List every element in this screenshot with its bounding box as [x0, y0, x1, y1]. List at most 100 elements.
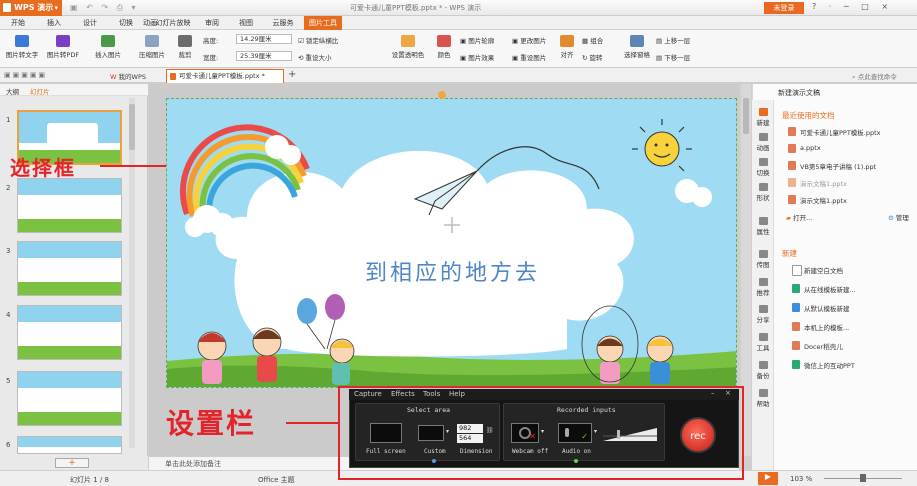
new-doc-icon: [758, 108, 768, 116]
play-slideshow-button[interactable]: ▶: [758, 472, 778, 485]
folder-icon: ▰: [786, 214, 791, 222]
toolbar-icons[interactable]: ▣▣▣▣▣: [4, 71, 47, 79]
tab-cloud[interactable]: 云服务: [266, 16, 300, 30]
tab-slides[interactable]: 幻灯片: [30, 86, 50, 96]
zoom-slider-handle[interactable]: [860, 474, 866, 482]
crop-button[interactable]: 裁剪: [174, 35, 196, 59]
align-button[interactable]: 对齐: [556, 35, 578, 59]
side-transition-button[interactable]: 切换: [752, 158, 774, 177]
reset-picture-button[interactable]: ▣ 重设图片: [512, 52, 546, 62]
side-share-button[interactable]: 分享: [752, 305, 774, 324]
picture-outline-button[interactable]: ▣ 图片轮廓: [460, 35, 494, 45]
bring-forward-button[interactable]: ▤ 上移一层: [656, 35, 690, 45]
recent-docs-title: 最近使用的文档: [782, 111, 835, 120]
lock-ratio-checkbox[interactable]: ☑ 锁定纵横比: [298, 35, 338, 45]
tab-review[interactable]: 审阅: [198, 16, 226, 30]
group-button[interactable]: ▦ 组合: [582, 35, 603, 45]
slide-thumbnail-3[interactable]: [17, 241, 122, 296]
theme-name: Office 主题: [258, 476, 295, 484]
backup-icon: [758, 361, 768, 369]
side-help-button[interactable]: 帮助: [752, 389, 774, 408]
my-wps-tab[interactable]: W 我的WPS: [110, 71, 146, 81]
set-transparent-button[interactable]: 设置透明色: [386, 35, 430, 59]
reset-size-button[interactable]: ⟲ 重设大小: [298, 52, 332, 62]
tools-icon: [758, 333, 768, 341]
slide-number: 5: [6, 377, 11, 385]
task-pane-header: 新建演示文稿: [778, 89, 820, 97]
tab-outline[interactable]: 大纲: [6, 86, 19, 96]
ribbon: 图片转文字 图片转PDF 插入图片 压缩图片 裁剪 高度: 14.29厘米 宽度…: [0, 30, 917, 68]
picture-effect-button[interactable]: ▣ 图片效果: [460, 52, 494, 62]
tab-design[interactable]: 设计: [76, 16, 104, 30]
height-label: 高度:: [203, 37, 219, 45]
window-title: 可爱卡通儿童PPT模板.pptx * - WPS 演示: [350, 4, 482, 12]
compress-picture-button[interactable]: 压缩图片: [134, 35, 170, 59]
new-from-local-template[interactable]: 本机上的模板...: [792, 322, 849, 332]
new-from-default-template[interactable]: 从默认模板新建: [792, 303, 850, 313]
recent-doc-item[interactable]: 可爱卡通儿童PPT模板.pptx: [788, 127, 881, 137]
recent-doc-item[interactable]: a.pptx: [788, 144, 821, 153]
rotate-handle-icon[interactable]: [438, 91, 446, 99]
side-backup-button[interactable]: 备份: [752, 361, 774, 380]
side-recommend-button[interactable]: 推荐: [752, 278, 774, 297]
select-pane-button[interactable]: 选择窗格: [620, 35, 654, 59]
width-input[interactable]: 25.39厘米: [236, 51, 292, 61]
recent-doc-item[interactable]: 演示文稿1.pptx: [788, 195, 847, 205]
settings-bar-label: 设置栏: [166, 407, 257, 440]
change-picture-button[interactable]: ▣ 更改图片: [512, 35, 546, 45]
quick-access-icons[interactable]: ▣ ↶ ↷ ⎙ ▾: [70, 3, 139, 13]
slide-thumbnail-6[interactable]: [17, 436, 122, 454]
tab-picture-tools[interactable]: 图片工具: [304, 16, 342, 30]
slide-position: 幻灯片 1 / 8: [70, 476, 109, 484]
document-tab[interactable]: 可爱卡通儿童PPT模板.pptx *: [166, 69, 284, 83]
app-menu-button[interactable]: WPS 演示: [0, 0, 62, 16]
select-frame-pointer: [100, 165, 166, 167]
open-file-link[interactable]: ▰ 打开...: [786, 212, 812, 222]
side-upload-button[interactable]: 传图: [752, 250, 774, 269]
settings-bar-highlight: [338, 386, 744, 480]
add-slide-button[interactable]: +: [55, 458, 89, 468]
wechat-ppt-link[interactable]: 微信上的互动PPT: [792, 360, 855, 370]
slide-number: 4: [6, 311, 11, 319]
align-icon: [560, 35, 574, 47]
manage-link[interactable]: ⚙ 管理: [888, 212, 909, 222]
color-button[interactable]: 颜色: [432, 35, 456, 59]
pic-to-pdf-button[interactable]: 图片转PDF: [44, 35, 82, 59]
new-blank-doc[interactable]: 新建空白文档: [792, 265, 843, 276]
tab-slideshow[interactable]: 幻灯片放映: [150, 16, 196, 30]
slide-thumbnail-5[interactable]: [17, 371, 122, 426]
side-animation-button[interactable]: 动画: [752, 133, 774, 152]
slide-thumbnail-4[interactable]: [17, 305, 122, 360]
search-command-input[interactable]: ⌕ 点此查找命令: [852, 71, 897, 82]
thumbnail-scrollbar[interactable]: [129, 98, 135, 448]
gear-icon: ⚙: [888, 214, 894, 222]
pic-to-text-button[interactable]: 图片转文字: [4, 35, 40, 59]
slide-thumbnail-2[interactable]: [17, 178, 122, 233]
side-shape-button[interactable]: 形状: [752, 183, 774, 202]
new-from-online-template[interactable]: 从在线模板新建...: [792, 284, 856, 294]
login-button[interactable]: 未登录: [764, 2, 804, 14]
rotate-button[interactable]: ↻ 旋转: [582, 52, 603, 62]
height-input[interactable]: 14.29厘米: [236, 34, 292, 44]
insert-picture-button[interactable]: 插入图片: [90, 35, 126, 59]
upload-picture-icon: [758, 250, 768, 258]
tab-view[interactable]: 视图: [232, 16, 260, 30]
window-controls[interactable]: ? · ─ □ ×: [812, 2, 893, 11]
slide-canvas[interactable]: 到相应的地方去: [166, 98, 737, 388]
tab-start[interactable]: 开始: [4, 16, 32, 30]
slide-number: 3: [6, 247, 11, 255]
animation-icon: [758, 133, 768, 141]
side-property-button[interactable]: 属性: [752, 217, 774, 236]
docer-link[interactable]: Docer稻壳儿: [792, 341, 843, 351]
send-backward-button[interactable]: ▤ 下移一层: [656, 52, 690, 62]
recent-doc-item[interactable]: VB第5章电子讲稿 (1).ppt: [788, 161, 876, 171]
shape-icon: [758, 183, 768, 191]
select-frame-label: 选择框: [10, 156, 76, 180]
recent-doc-item[interactable]: 演示文稿1.pptx: [788, 178, 847, 188]
new-tab-button[interactable]: +: [288, 69, 296, 80]
tab-insert[interactable]: 插入: [40, 16, 68, 30]
slide-number: 1: [6, 116, 11, 124]
side-new-button[interactable]: 新建: [752, 108, 774, 127]
side-tools-button[interactable]: 工具: [752, 333, 774, 352]
slide-title[interactable]: 到相应的地方去: [167, 255, 736, 287]
